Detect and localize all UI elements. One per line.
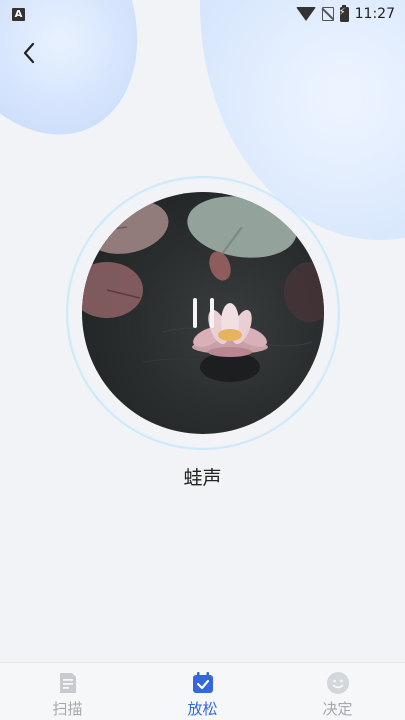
a-icon: A	[12, 7, 25, 21]
chevron-left-icon	[23, 42, 35, 64]
battery-charging-icon	[339, 4, 349, 22]
no-sim-icon	[321, 7, 334, 21]
pause-icon-bar-left	[192, 298, 197, 328]
tab-relax-label: 放松	[187, 700, 218, 718]
tab-relax[interactable]: 放松	[135, 663, 270, 720]
tab-decide-label: 决定	[322, 700, 353, 718]
pause-icon-bar-right	[209, 298, 214, 328]
status-bar: A 11:27	[0, 0, 405, 28]
wifi-icon	[295, 7, 316, 21]
track-title: 蛙声	[183, 467, 222, 489]
smiley-icon	[326, 672, 349, 694]
status-time: 11:27	[354, 6, 395, 22]
tab-decide[interactable]: 决定	[270, 663, 405, 720]
calendar-check-icon	[192, 672, 213, 693]
tab-scan-label: 扫描	[52, 700, 83, 718]
player-ring	[66, 176, 340, 450]
bottom-tab-bar: 扫描 放松 决定	[0, 662, 405, 720]
document-icon	[59, 673, 76, 693]
track-artwork	[82, 192, 324, 434]
back-button[interactable]	[14, 38, 44, 68]
tab-scan[interactable]: 扫描	[0, 663, 135, 720]
pause-button[interactable]	[183, 293, 223, 333]
